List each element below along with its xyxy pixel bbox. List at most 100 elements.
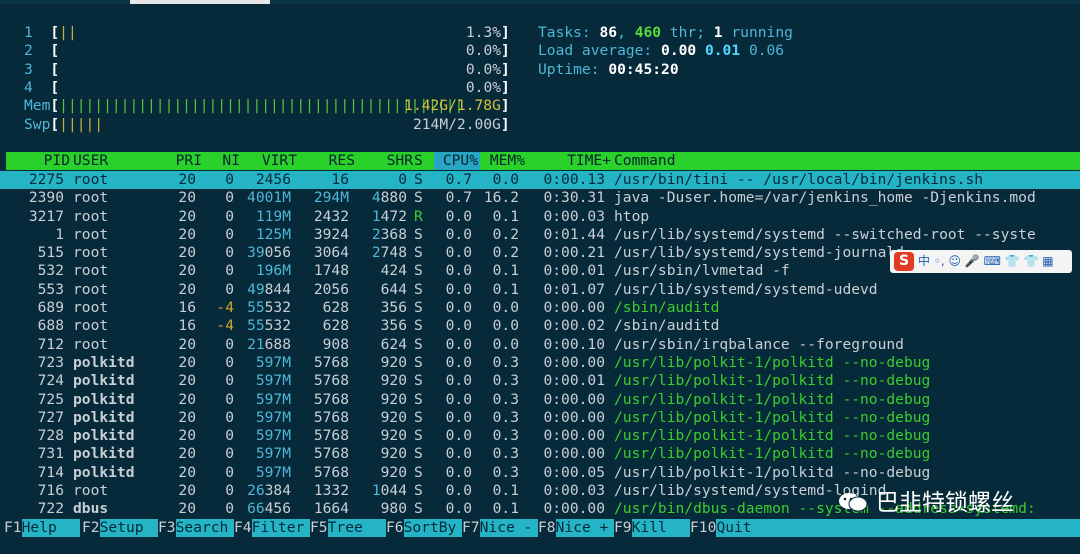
fkey-quit-button[interactable]: Quit <box>716 519 1080 537</box>
fkey-f5[interactable]: F5 <box>310 519 328 537</box>
process-row[interactable]: 688 root 16 -4 55532 628 356 S 0.0 0.0 0:00.02/sbi… <box>0 317 1080 335</box>
process-res: 628 <box>322 317 349 335</box>
process-s: S <box>414 335 423 353</box>
fkey-nice-button[interactable]: Nice + <box>555 519 614 537</box>
process-row[interactable]: 724 polkitd 20 0 597M 5768 920 S 0.0 0.3 0:00.01/u… <box>0 372 1080 390</box>
fkey-f1[interactable]: F1 <box>4 519 22 537</box>
fkey-f7[interactable]: F7 <box>462 519 480 537</box>
fkey-f2[interactable]: F2 <box>82 519 100 537</box>
process-pri: 20 <box>178 280 196 298</box>
process-shr: 1472 <box>371 207 407 225</box>
process-row[interactable]: 725 polkitd 20 0 597M 5768 920 S 0.0 0.3 0:00.00/u… <box>0 391 1080 409</box>
column-header-pri[interactable]: PRI <box>176 152 202 170</box>
ime-toolbar-items[interactable]: 中 ◦, ☺ 🎤 ⌨ 👕 👕 ▦ <box>918 252 1054 271</box>
process-pid: 722 <box>37 500 64 518</box>
process-pri: 20 <box>178 225 196 243</box>
process-cpu: 0.7 <box>445 189 472 207</box>
process-shr: 1044 <box>371 482 407 500</box>
column-header-user[interactable]: USER <box>73 152 108 170</box>
process-s: S <box>414 482 423 500</box>
process-row[interactable]: 3217 root 20 0 119M 2432 1472 R 0.0 0.1 0:00.03 hto… <box>0 208 1080 226</box>
process-row[interactable]: 2275 root 20 0 2456 16 0 S 0.7 0.0 0:00.13/usr/bin… <box>0 171 1080 190</box>
cpu-meter-value: 0.0%] <box>465 79 510 96</box>
process-mem: 0.3 <box>492 390 519 408</box>
process-mem: 0.3 <box>492 445 519 463</box>
process-ni: 0 <box>225 335 234 353</box>
process-row[interactable]: 689 root 16 -4 55532 628 356 S 0.0 0.0 0:00.00/sbi… <box>0 299 1080 317</box>
column-header-time[interactable]: TIME+ <box>567 152 611 170</box>
process-shr: 4880 <box>371 189 407 207</box>
fkey-f10[interactable]: F10 <box>690 519 716 537</box>
process-shr: 2748 <box>371 244 407 262</box>
process-user: root <box>73 262 109 280</box>
process-time: 0:30.31 <box>543 189 605 207</box>
fkey-f9[interactable]: F9 <box>614 519 632 537</box>
column-header-res[interactable]: RES <box>329 152 355 170</box>
ime-toolbar[interactable]: S 中 ◦, ☺ 🎤 ⌨ 👕 👕 ▦ <box>890 250 1072 273</box>
ime-logo-icon[interactable]: S <box>894 252 914 271</box>
process-cmd: /usr/lib/polkit-1/polkitd --no-debug <box>614 445 931 463</box>
process-virt: 49844 <box>247 280 291 298</box>
process-cpu: 0.0 <box>445 390 472 408</box>
process-row[interactable]: 731 polkitd 20 0 597M 5768 920 S 0.0 0.3 0:00.00/u… <box>0 445 1080 463</box>
fkey-search-button[interactable]: Search <box>175 519 234 537</box>
process-time: 0:00.03 <box>543 482 605 500</box>
process-mem: 0.2 <box>492 225 519 243</box>
process-virt: 119M <box>255 207 291 225</box>
fkey-setup-button[interactable]: Setup <box>99 519 158 537</box>
process-cmd: /usr/lib/polkit-1/polkitd --no-debug <box>614 463 931 481</box>
process-row[interactable]: 723 polkitd 20 0 597M 5768 920 S 0.0 0.3 0:00.00/u… <box>0 354 1080 372</box>
mem-meter: Mem[||||||||||||||||||||||||||||||||||||… <box>24 97 464 114</box>
process-row[interactable]: 714 polkitd 20 0 597M 5768 920 S 0.0 0.3 0:00.05/u… <box>0 464 1080 482</box>
process-user: polkitd <box>73 408 135 426</box>
process-shr: 920 <box>380 463 407 481</box>
column-header-shr[interactable]: SHR <box>387 152 413 170</box>
fkey-f4[interactable]: F4 <box>234 519 252 537</box>
cpu-meter-1: 1 [|| <box>24 24 77 41</box>
process-pid: 515 <box>37 244 64 262</box>
process-s: S <box>414 317 423 335</box>
process-user: root <box>73 171 109 188</box>
process-cmd: /usr/lib/polkit-1/polkitd --no-debug <box>614 353 931 371</box>
function-key-bar: F1 Help F2 Setup F3 Search F4 Filter F5 Tree F6 Sor… <box>0 519 1080 537</box>
process-row[interactable]: 2390 root 20 0 4001M 294M 4880 S 0.7 16.2 0:30.31 j… <box>0 189 1080 207</box>
process-list[interactable]: 2275 root 20 0 2456 16 0 S 0.7 0.0 0:00.13/usr/bin… <box>0 171 1080 519</box>
window-tab[interactable] <box>130 0 270 4</box>
uptime-line: Uptime: 00:45:20 <box>538 61 679 79</box>
process-s: S <box>414 372 423 390</box>
column-header-cpu[interactable]: CPU% <box>443 152 478 170</box>
process-virt: 26384 <box>247 482 291 500</box>
fkey-nice-button[interactable]: Nice - <box>479 519 538 537</box>
process-row[interactable]: 553 root 20 0 49844 2056 644 S 0.0 0.1 0:01.07/usr… <box>0 281 1080 299</box>
process-ni: 0 <box>225 353 234 371</box>
process-virt: 21688 <box>247 335 291 353</box>
process-s: S <box>414 299 423 317</box>
process-user: root <box>73 482 109 500</box>
fkey-help-button[interactable]: Help <box>21 519 80 537</box>
fkey-tree-button[interactable]: Tree <box>327 519 386 537</box>
process-row[interactable]: 728 polkitd 20 0 597M 5768 920 S 0.0 0.3 0:00.00/u… <box>0 427 1080 445</box>
column-header-s[interactable]: S <box>414 152 423 170</box>
process-cpu: 0.0 <box>445 317 472 335</box>
fkey-filter-button[interactable]: Filter <box>251 519 310 537</box>
column-header-pid[interactable]: PID <box>44 152 70 170</box>
fkey-f3[interactable]: F3 <box>158 519 176 537</box>
fkey-f6[interactable]: F6 <box>386 519 404 537</box>
column-header-virt[interactable]: VIRT <box>262 152 297 170</box>
column-header-ni[interactable]: NI <box>222 152 240 170</box>
process-user: polkitd <box>73 372 135 390</box>
fkey-sortby-button[interactable]: SortBy <box>403 519 462 537</box>
column-header-command[interactable]: Command <box>614 152 676 170</box>
process-ni: -4 <box>216 299 234 317</box>
fkey-kill-button[interactable]: Kill <box>631 519 690 537</box>
process-ni: 0 <box>225 171 234 188</box>
process-mem: 0.3 <box>492 408 519 426</box>
process-row[interactable]: 712 root 20 0 21688 908 624 S 0.0 0.0 0:00.10/usr/… <box>0 336 1080 354</box>
process-cpu: 0.0 <box>445 335 472 353</box>
fkey-f8[interactable]: F8 <box>538 519 556 537</box>
process-row[interactable]: 727 polkitd 20 0 597M 5768 920 S 0.0 0.3 0:00.00/u… <box>0 409 1080 427</box>
process-row[interactable]: 1 root 20 0 125M 3924 2368 S 0.0 0.2 0:01.44/usr/l… <box>0 226 1080 244</box>
process-time: 0:01.44 <box>543 225 605 243</box>
column-header-mem[interactable]: MEM% <box>490 152 525 170</box>
process-pri: 20 <box>178 408 196 426</box>
